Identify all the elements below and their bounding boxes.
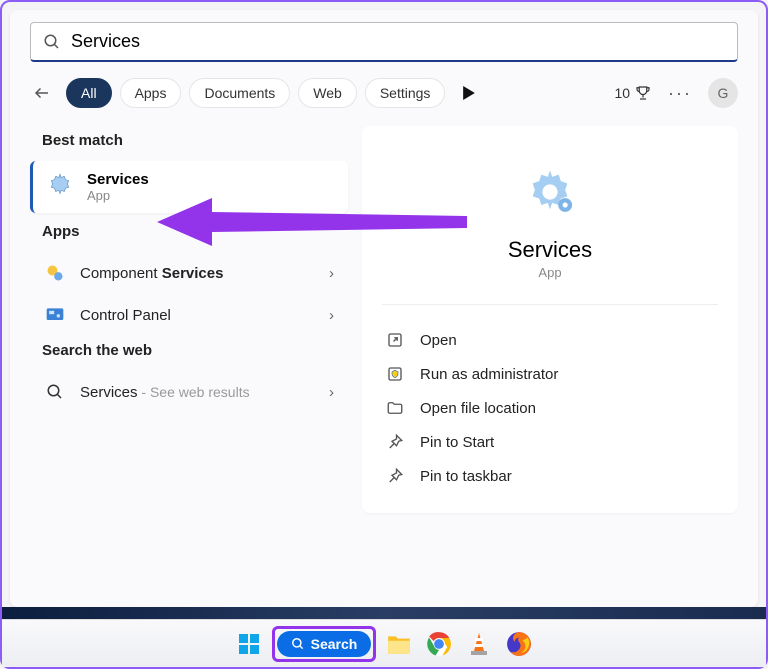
app-result-control-panel[interactable]: Control Panel › (30, 294, 348, 336)
taskbar: Search (2, 619, 766, 667)
action-label: Open (420, 332, 457, 349)
gear-icon (47, 172, 73, 203)
start-button[interactable] (232, 627, 266, 661)
firefox-icon[interactable] (502, 627, 536, 661)
chevron-right-icon: › (329, 265, 334, 282)
search-input[interactable] (71, 31, 725, 52)
file-explorer-icon[interactable] (382, 627, 416, 661)
gear-icon (524, 205, 576, 222)
section-apps: Apps (42, 223, 348, 240)
search-box[interactable] (30, 22, 738, 62)
back-arrow-icon[interactable] (30, 81, 54, 105)
action-open-location[interactable]: Open file location (382, 391, 718, 425)
action-pin-start[interactable]: Pin to Start (382, 425, 718, 459)
best-match-subtitle: App (87, 188, 149, 203)
web-result[interactable]: Services - See web results › (30, 371, 348, 413)
taskbar-search-highlight: Search (272, 626, 377, 662)
section-search-web: Search the web (42, 342, 348, 359)
search-window: All Apps Documents Web Settings 10 ··· G… (10, 10, 758, 607)
details-title: Services (382, 237, 718, 263)
action-label: Open file location (420, 400, 536, 417)
filter-all[interactable]: All (66, 78, 112, 108)
action-pin-taskbar[interactable]: Pin to taskbar (382, 459, 718, 493)
action-open[interactable]: Open (382, 323, 718, 357)
app-result-component-services[interactable]: Component Services › (30, 252, 348, 294)
control-panel-icon (44, 304, 66, 326)
results-column: Best match Services App Apps Component S… (30, 126, 348, 513)
filter-web[interactable]: Web (298, 78, 357, 108)
action-label: Pin to Start (420, 434, 494, 451)
filter-row: All Apps Documents Web Settings 10 ··· G (30, 78, 738, 108)
details-subtitle: App (382, 265, 718, 280)
best-match-result[interactable]: Services App (30, 161, 348, 213)
shield-icon (386, 365, 404, 383)
chevron-right-icon: › (329, 384, 334, 401)
chevron-right-icon: › (329, 307, 334, 324)
rewards-count: 10 (614, 85, 630, 101)
action-label: Pin to taskbar (420, 468, 512, 485)
more-icon[interactable]: ··· (660, 83, 700, 104)
search-icon (43, 33, 61, 51)
taskbar-search-label: Search (311, 636, 358, 652)
app-result-label: Control Panel (80, 307, 315, 324)
open-icon (386, 331, 404, 349)
content-area: Best match Services App Apps Component S… (30, 126, 738, 513)
search-icon (291, 637, 305, 651)
pin-icon (386, 467, 404, 485)
section-best-match: Best match (42, 132, 348, 149)
desktop-strip (2, 607, 766, 619)
pin-icon (386, 433, 404, 451)
user-avatar[interactable]: G (708, 78, 738, 108)
action-run-admin[interactable]: Run as administrator (382, 357, 718, 391)
action-label: Run as administrator (420, 366, 558, 383)
folder-icon (386, 399, 404, 417)
taskbar-search-button[interactable]: Search (277, 631, 372, 657)
filter-settings[interactable]: Settings (365, 78, 446, 108)
best-match-title: Services (87, 171, 149, 188)
trophy-icon (634, 84, 652, 102)
vlc-icon[interactable] (462, 627, 496, 661)
rewards-indicator[interactable]: 10 (614, 84, 652, 102)
details-hero: Services App (382, 146, 718, 305)
filter-apps[interactable]: Apps (120, 78, 182, 108)
app-result-label: Component Services (80, 265, 315, 282)
web-result-label: Services - See web results (80, 384, 315, 401)
filter-documents[interactable]: Documents (189, 78, 290, 108)
play-icon[interactable] (457, 81, 481, 105)
details-panel: Services App Open Run as administrator O… (362, 126, 738, 513)
chrome-icon[interactable] (422, 627, 456, 661)
component-services-icon (44, 262, 66, 284)
search-icon (44, 381, 66, 403)
